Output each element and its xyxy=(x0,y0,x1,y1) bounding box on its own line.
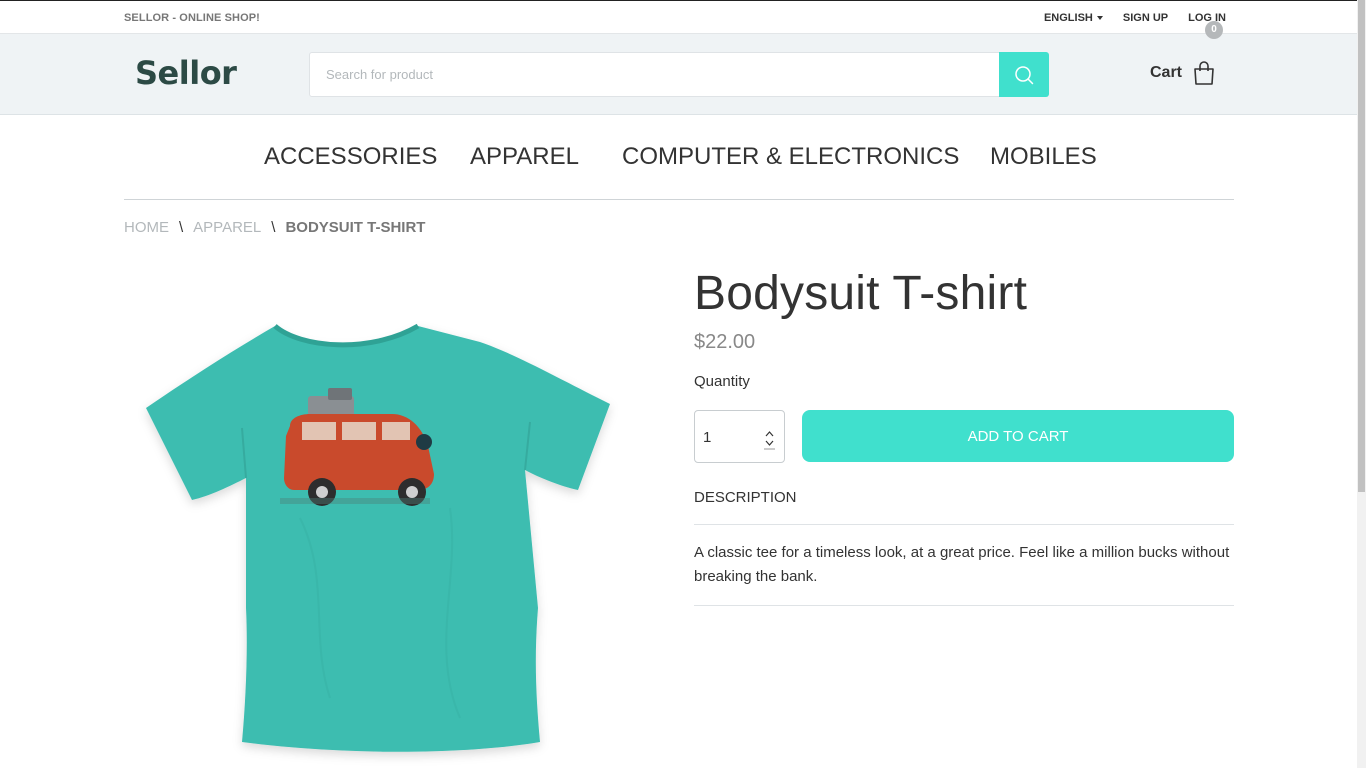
nav-item-apparel[interactable]: APPAREL xyxy=(470,143,579,171)
tshirt-shape xyxy=(146,326,610,752)
cart-count-badge: 0 xyxy=(1205,21,1223,39)
van-mascot xyxy=(416,434,432,450)
product-description: A classic tee for a timeless look, at a … xyxy=(694,544,1230,585)
van-luggage xyxy=(328,388,352,400)
quantity-label: Quantity xyxy=(694,373,750,390)
category-nav: ACCESSORIES APPAREL COMPUTER & ELECTRONI… xyxy=(124,115,1234,200)
nav-item-computer-electronics[interactable]: COMPUTER & ELECTRONICS xyxy=(622,143,959,171)
site-logo[interactable]: Sellor xyxy=(135,54,237,92)
van-window xyxy=(382,422,410,440)
quantity-input[interactable] xyxy=(703,426,758,448)
cart-button[interactable]: Cart xyxy=(1150,60,1216,86)
breadcrumb-separator: \ xyxy=(271,219,276,236)
breadcrumb-separator: \ xyxy=(179,219,184,236)
breadcrumb-current: BODYSUIT T-SHIRT xyxy=(285,219,426,236)
product-price: $22.00 xyxy=(694,331,756,353)
spinner-arrows-icon[interactable] xyxy=(763,428,776,450)
search-icon xyxy=(1015,65,1034,84)
divider xyxy=(694,524,1234,525)
van-window xyxy=(302,422,336,440)
breadcrumb-home[interactable]: HOME xyxy=(124,219,169,236)
description-heading: DESCRIPTION xyxy=(694,489,797,506)
top-bar: SELLOR - ONLINE SHOP! ENGLISH SIGN UP LO… xyxy=(0,0,1358,34)
van-hubcap xyxy=(406,486,418,498)
cart-label: Cart xyxy=(1150,64,1183,81)
add-to-cart-button[interactable]: ADD TO CART xyxy=(802,410,1234,462)
product-image xyxy=(146,323,610,752)
tshirt-body xyxy=(146,326,610,752)
shop-tagline: SELLOR - ONLINE SHOP! xyxy=(124,12,260,24)
language-label: ENGLISH xyxy=(1043,12,1093,24)
divider xyxy=(694,605,1234,606)
login-link[interactable]: LOG IN xyxy=(1188,12,1226,24)
shopping-bag-icon xyxy=(1194,61,1214,85)
site-header: Sellor Cart xyxy=(0,34,1358,115)
product-title: Bodysuit T-shirt xyxy=(694,267,1028,320)
nav-item-accessories[interactable]: ACCESSORIES xyxy=(264,143,437,171)
breadcrumb: HOME \ APPAREL \ BODYSUIT T-SHIRT xyxy=(124,219,425,236)
breadcrumb-category[interactable]: APPAREL xyxy=(193,219,261,236)
search-button[interactable] xyxy=(999,52,1049,97)
van-window xyxy=(342,422,376,440)
scrollbar-thumb[interactable] xyxy=(1358,0,1365,492)
nav-item-mobiles[interactable]: MOBILES xyxy=(990,143,1097,171)
language-dropdown[interactable]: ENGLISH xyxy=(1044,12,1103,24)
account-links: ENGLISH SIGN UP LOG IN xyxy=(1044,12,1226,24)
van-hubcap xyxy=(316,486,328,498)
signup-link[interactable]: SIGN UP xyxy=(1123,12,1168,24)
search-input[interactable] xyxy=(309,52,1000,97)
page-scrollbar[interactable] xyxy=(1357,0,1366,768)
quantity-stepper[interactable] xyxy=(694,410,785,463)
caret-down-icon xyxy=(1096,16,1103,21)
van-shadow xyxy=(280,498,430,504)
